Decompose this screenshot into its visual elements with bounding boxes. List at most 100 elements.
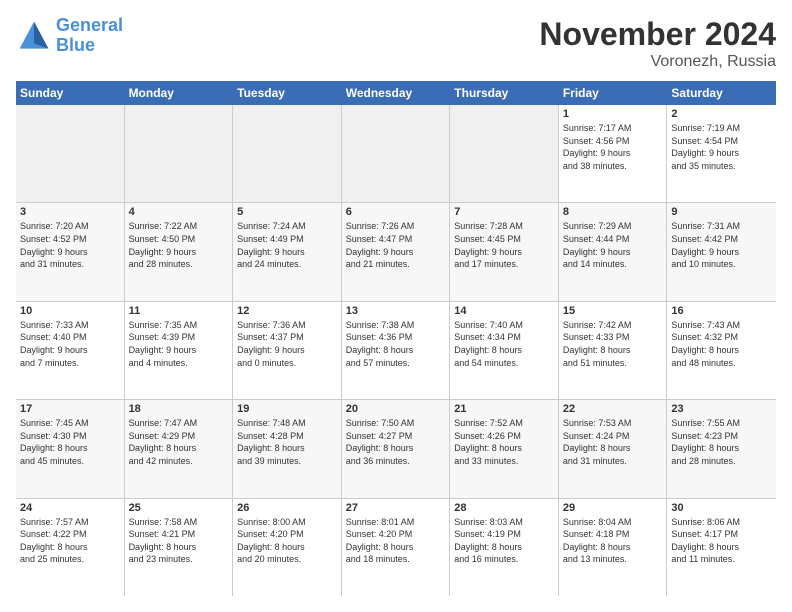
- calendar-cell-w2d3: 5 Sunrise: 7:24 AM Sunset: 4:49 PM Daylig…: [233, 203, 342, 300]
- day-number: 25: [129, 502, 229, 514]
- day-info: Sunrise: 7:40 AM Sunset: 4:34 PM Dayligh…: [454, 319, 554, 369]
- header-sunday: Sunday: [16, 81, 125, 105]
- day-number: 24: [20, 502, 120, 514]
- day-number: 16: [671, 305, 772, 317]
- header-wednesday: Wednesday: [342, 81, 451, 105]
- calendar-cell-w2d4: 6 Sunrise: 7:26 AM Sunset: 4:47 PM Daylig…: [342, 203, 451, 300]
- day-info: Sunrise: 7:20 AM Sunset: 4:52 PM Dayligh…: [20, 220, 120, 270]
- day-number: 1: [563, 108, 663, 120]
- day-number: 9: [671, 206, 772, 218]
- calendar-cell-w3d4: 13 Sunrise: 7:38 AM Sunset: 4:36 PM Dayli…: [342, 302, 451, 399]
- logo-line2: Blue: [56, 35, 95, 55]
- day-number: 30: [671, 502, 772, 514]
- day-info: Sunrise: 7:19 AM Sunset: 4:54 PM Dayligh…: [671, 122, 772, 172]
- title-block: November 2024 Voronezh, Russia: [539, 16, 776, 71]
- day-info: Sunrise: 7:43 AM Sunset: 4:32 PM Dayligh…: [671, 319, 772, 369]
- calendar: Sunday Monday Tuesday Wednesday Thursday…: [16, 81, 776, 596]
- calendar-week-2: 3Sunrise: 7:20 AM Sunset: 4:52 PM Daylig…: [16, 203, 776, 301]
- day-info: Sunrise: 7:31 AM Sunset: 4:42 PM Dayligh…: [671, 220, 772, 270]
- calendar-cell-w3d6: 15 Sunrise: 7:42 AM Sunset: 4:33 PM Dayli…: [559, 302, 668, 399]
- calendar-cell-w1d5: [450, 105, 559, 202]
- day-number: 21: [454, 403, 554, 415]
- header-friday: Friday: [559, 81, 668, 105]
- calendar-cell-w3d2: 11Sunrise: 7:35 AM Sunset: 4:39 PM Dayli…: [125, 302, 234, 399]
- header: General Blue November 2024 Voronezh, Rus…: [16, 16, 776, 71]
- month-title: November 2024: [539, 16, 776, 53]
- header-thursday: Thursday: [450, 81, 559, 105]
- logo-text: General Blue: [56, 16, 123, 56]
- day-number: 27: [346, 502, 446, 514]
- logo-line1: General: [56, 15, 123, 35]
- calendar-cell-w3d5: 14Sunrise: 7:40 AM Sunset: 4:34 PM Dayli…: [450, 302, 559, 399]
- calendar-cell-w4d6: 22 Sunrise: 7:53 AM Sunset: 4:24 PM Dayli…: [559, 400, 668, 497]
- calendar-cell-w2d7: 9 Sunrise: 7:31 AM Sunset: 4:42 PM Daylig…: [667, 203, 776, 300]
- day-info: Sunrise: 7:28 AM Sunset: 4:45 PM Dayligh…: [454, 220, 554, 270]
- day-info: Sunrise: 7:57 AM Sunset: 4:22 PM Dayligh…: [20, 516, 120, 566]
- calendar-week-4: 17 Sunrise: 7:45 AM Sunset: 4:30 PM Dayli…: [16, 400, 776, 498]
- day-info: Sunrise: 7:52 AM Sunset: 4:26 PM Dayligh…: [454, 417, 554, 467]
- day-info: Sunrise: 7:29 AM Sunset: 4:44 PM Dayligh…: [563, 220, 663, 270]
- day-info: Sunrise: 7:22 AM Sunset: 4:50 PM Dayligh…: [129, 220, 229, 270]
- calendar-cell-w2d2: 4 Sunrise: 7:22 AM Sunset: 4:50 PM Daylig…: [125, 203, 234, 300]
- day-number: 15: [563, 305, 663, 317]
- calendar-cell-w4d5: 21 Sunrise: 7:52 AM Sunset: 4:26 PM Dayli…: [450, 400, 559, 497]
- day-info: Sunrise: 7:42 AM Sunset: 4:33 PM Dayligh…: [563, 319, 663, 369]
- calendar-cell-w2d6: 8 Sunrise: 7:29 AM Sunset: 4:44 PM Daylig…: [559, 203, 668, 300]
- day-info: Sunrise: 7:48 AM Sunset: 4:28 PM Dayligh…: [237, 417, 337, 467]
- day-info: Sunrise: 7:50 AM Sunset: 4:27 PM Dayligh…: [346, 417, 446, 467]
- day-info: Sunrise: 8:03 AM Sunset: 4:19 PM Dayligh…: [454, 516, 554, 566]
- logo: General Blue: [16, 16, 123, 56]
- day-number: 4: [129, 206, 229, 218]
- day-info: Sunrise: 7:47 AM Sunset: 4:29 PM Dayligh…: [129, 417, 229, 467]
- day-info: Sunrise: 7:38 AM Sunset: 4:36 PM Dayligh…: [346, 319, 446, 369]
- day-number: 23: [671, 403, 772, 415]
- day-info: Sunrise: 7:24 AM Sunset: 4:49 PM Dayligh…: [237, 220, 337, 270]
- day-number: 18: [129, 403, 229, 415]
- day-info: Sunrise: 8:00 AM Sunset: 4:20 PM Dayligh…: [237, 516, 337, 566]
- header-monday: Monday: [125, 81, 234, 105]
- day-info: Sunrise: 7:58 AM Sunset: 4:21 PM Dayligh…: [129, 516, 229, 566]
- calendar-cell-w5d5: 28 Sunrise: 8:03 AM Sunset: 4:19 PM Dayli…: [450, 499, 559, 596]
- day-number: 29: [563, 502, 663, 514]
- calendar-cell-w1d6: 1 Sunrise: 7:17 AM Sunset: 4:56 PM Daylig…: [559, 105, 668, 202]
- calendar-cell-w4d3: 19 Sunrise: 7:48 AM Sunset: 4:28 PM Dayli…: [233, 400, 342, 497]
- calendar-cell-w4d1: 17 Sunrise: 7:45 AM Sunset: 4:30 PM Dayli…: [16, 400, 125, 497]
- day-number: 12: [237, 305, 337, 317]
- day-number: 17: [20, 403, 120, 415]
- day-info: Sunrise: 7:35 AM Sunset: 4:39 PM Dayligh…: [129, 319, 229, 369]
- calendar-cell-w2d1: 3Sunrise: 7:20 AM Sunset: 4:52 PM Daylig…: [16, 203, 125, 300]
- calendar-week-1: 1 Sunrise: 7:17 AM Sunset: 4:56 PM Daylig…: [16, 105, 776, 203]
- day-number: 28: [454, 502, 554, 514]
- calendar-cell-w1d7: 2 Sunrise: 7:19 AM Sunset: 4:54 PM Daylig…: [667, 105, 776, 202]
- day-number: 6: [346, 206, 446, 218]
- day-info: Sunrise: 7:53 AM Sunset: 4:24 PM Dayligh…: [563, 417, 663, 467]
- day-info: Sunrise: 7:45 AM Sunset: 4:30 PM Dayligh…: [20, 417, 120, 467]
- day-info: Sunrise: 7:17 AM Sunset: 4:56 PM Dayligh…: [563, 122, 663, 172]
- calendar-header: Sunday Monday Tuesday Wednesday Thursday…: [16, 81, 776, 105]
- logo-icon: [16, 18, 52, 54]
- calendar-cell-w4d2: 18 Sunrise: 7:47 AM Sunset: 4:29 PM Dayli…: [125, 400, 234, 497]
- header-saturday: Saturday: [667, 81, 776, 105]
- calendar-body: 1 Sunrise: 7:17 AM Sunset: 4:56 PM Daylig…: [16, 105, 776, 596]
- day-number: 5: [237, 206, 337, 218]
- day-number: 13: [346, 305, 446, 317]
- calendar-week-5: 24 Sunrise: 7:57 AM Sunset: 4:22 PM Dayli…: [16, 499, 776, 596]
- calendar-cell-w1d3: [233, 105, 342, 202]
- calendar-cell-w5d1: 24 Sunrise: 7:57 AM Sunset: 4:22 PM Dayli…: [16, 499, 125, 596]
- calendar-cell-w5d6: 29Sunrise: 8:04 AM Sunset: 4:18 PM Dayli…: [559, 499, 668, 596]
- calendar-cell-w5d2: 25 Sunrise: 7:58 AM Sunset: 4:21 PM Dayli…: [125, 499, 234, 596]
- day-number: 10: [20, 305, 120, 317]
- calendar-cell-w3d3: 12 Sunrise: 7:36 AM Sunset: 4:37 PM Dayli…: [233, 302, 342, 399]
- calendar-cell-w4d7: 23 Sunrise: 7:55 AM Sunset: 4:23 PM Dayli…: [667, 400, 776, 497]
- day-info: Sunrise: 7:26 AM Sunset: 4:47 PM Dayligh…: [346, 220, 446, 270]
- day-info: Sunrise: 8:06 AM Sunset: 4:17 PM Dayligh…: [671, 516, 772, 566]
- day-number: 19: [237, 403, 337, 415]
- day-info: Sunrise: 7:36 AM Sunset: 4:37 PM Dayligh…: [237, 319, 337, 369]
- day-info: Sunrise: 7:55 AM Sunset: 4:23 PM Dayligh…: [671, 417, 772, 467]
- location: Voronezh, Russia: [539, 53, 776, 71]
- day-number: 22: [563, 403, 663, 415]
- day-number: 8: [563, 206, 663, 218]
- day-number: 26: [237, 502, 337, 514]
- day-number: 20: [346, 403, 446, 415]
- day-number: 2: [671, 108, 772, 120]
